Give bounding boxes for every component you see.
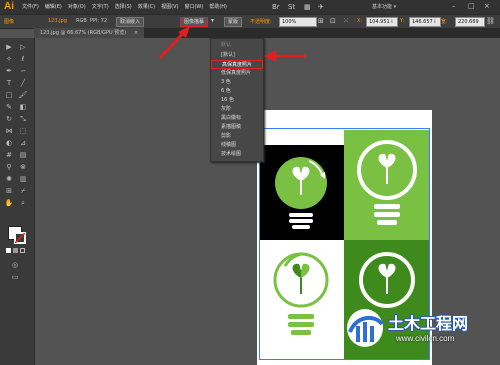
workspace-switcher[interactable]: 基本功能 ▾	[372, 3, 396, 10]
perspective-tool[interactable]: ⊿	[18, 138, 28, 148]
watermark: 土木工程网 www.civilcn.com	[340, 306, 500, 362]
width-field[interactable]: 220.669	[455, 17, 485, 27]
none-slash-icon	[15, 233, 25, 243]
blend-tool[interactable]: ⊗	[18, 162, 28, 172]
rotate-tool[interactable]: ↻	[4, 114, 14, 124]
pencil-tool[interactable]: ✎	[4, 102, 14, 112]
color-mode: RGB	[76, 18, 87, 24]
artboard-tool[interactable]: ⊞	[4, 186, 14, 196]
y-field[interactable]: 146.657 i	[409, 17, 441, 27]
arrange-documents-icon[interactable]: ▦	[304, 3, 311, 11]
opacity-label[interactable]: 不透明度:	[250, 18, 272, 25]
paintbrush-tool[interactable]: 🖌	[18, 90, 28, 100]
menu-bar: Ai 文件(F) 编辑(E) 对象(O) 文字(T) 选择(S) 效果(C) 视…	[0, 0, 500, 14]
type-tool[interactable]: T	[4, 78, 14, 88]
shape-builder-tool[interactable]: ◐	[4, 138, 14, 148]
gradient-tool[interactable]: ▤	[18, 150, 28, 160]
x-field[interactable]: 104.951 i	[366, 17, 398, 27]
reference-point-icon[interactable]: ⁙	[343, 17, 349, 25]
preset-default[interactable]: [默认]	[211, 51, 263, 60]
hand-tool[interactable]: ✋	[4, 198, 14, 208]
image-label: 图像	[4, 19, 15, 25]
scale-tool[interactable]: ⤡	[18, 114, 28, 124]
menu-select[interactable]: 选择(S)	[115, 3, 132, 10]
rectangle-tool[interactable]: □	[4, 90, 14, 100]
preset-16-colors[interactable]: 16 色	[211, 96, 263, 105]
gradient-mode-button[interactable]	[13, 248, 18, 253]
red-arrow-to-trace-button	[158, 26, 190, 60]
stroke-swatch[interactable]	[14, 232, 26, 244]
trace-preset-dropdown-arrow[interactable]: ▾	[211, 17, 214, 24]
menu-file[interactable]: 文件(F)	[22, 3, 39, 10]
minimize-icon[interactable]: –	[452, 2, 456, 10]
ppi-readout: PPI: 72	[90, 18, 108, 24]
preset-low-fidelity-photo[interactable]: 低保真度照片	[211, 69, 263, 78]
lasso-tool[interactable]: ℓ	[18, 54, 28, 64]
close-icon[interactable]: ×	[484, 2, 490, 10]
stock-icon[interactable]: St	[288, 3, 295, 11]
direct-selection-tool[interactable]: ▷	[18, 42, 28, 52]
menu-type[interactable]: 文字(T)	[92, 3, 109, 10]
app-logo: Ai	[4, 1, 14, 12]
red-arrow-to-high-fidelity-photo	[264, 50, 306, 62]
width-label: 宽:	[441, 19, 448, 25]
watermark-url: www.civilcn.com	[396, 334, 455, 343]
preset-3-colors[interactable]: 3 色	[211, 78, 263, 87]
preset-sketched-art[interactable]: 素描图稿	[211, 123, 263, 132]
preset-line-art[interactable]: 线稿图	[211, 141, 263, 150]
watermark-title: 土木工程网	[388, 314, 469, 333]
color-mode-button[interactable]	[6, 248, 11, 253]
none-mode-button[interactable]	[20, 248, 25, 253]
free-transform-tool[interactable]: ⬚	[18, 126, 28, 136]
bridge-icon[interactable]: Br	[272, 3, 280, 11]
link-proportions-icon[interactable]: ⛓	[486, 17, 495, 25]
preset-6-colors[interactable]: 6 色	[211, 87, 263, 96]
menu-list: 文件(F) 编辑(E) 对象(O) 文字(T) 选择(S) 效果(C) 视图(V…	[22, 3, 227, 10]
column-graph-tool[interactable]: ▥	[18, 174, 28, 184]
menu-edit[interactable]: 编辑(E)	[45, 3, 62, 10]
eyedropper-tool[interactable]: ⚲	[4, 162, 14, 172]
mask-button[interactable]: 蒙版	[224, 17, 243, 27]
preset-shades-of-gray[interactable]: 灰阶	[211, 105, 263, 114]
gpu-performance-icon[interactable]: ✈	[318, 3, 324, 11]
transform-icon[interactable]: ⊡	[330, 17, 336, 25]
align-icon[interactable]: ⊞	[318, 17, 324, 25]
x-label: X:	[357, 18, 363, 24]
mesh-tool[interactable]: #	[4, 150, 14, 160]
draw-mode-icon[interactable]: ◎	[10, 260, 20, 270]
screen-mode-icon[interactable]: ▭	[10, 272, 20, 282]
preset-technical-drawing[interactable]: 技术绘图	[211, 150, 263, 159]
zoom-tool[interactable]: ⌕	[18, 198, 28, 208]
y-label: Y:	[400, 18, 405, 24]
pen-tool[interactable]: ✒	[4, 66, 14, 76]
maximize-icon[interactable]: □	[468, 2, 475, 10]
slice-tool[interactable]: ⌿	[18, 186, 28, 196]
menu-header: 默认	[221, 42, 232, 48]
opacity-field[interactable]: 100%	[279, 17, 317, 27]
document-tab[interactable]: 123.jpg @ 66.67% (RGB/GPU 预览) ×	[34, 28, 145, 38]
menu-help[interactable]: 帮助(H)	[209, 3, 227, 10]
width-tool[interactable]: ⋈	[4, 126, 14, 136]
cancel-embed-button[interactable]: 取消嵌入	[116, 17, 145, 27]
menu-effect[interactable]: 效果(C)	[138, 3, 155, 10]
linked-file-link[interactable]: 123.jpg	[48, 18, 67, 24]
menu-object[interactable]: 对象(O)	[68, 3, 86, 10]
tools-panel: ▶ ▷ ✧ ℓ ✒ ∽ T ╱ □ 🖌 ✎ ◧ ↻ ⤡ ⋈ ⬚ ◐ ⊿ # ▤ …	[0, 38, 35, 365]
document-tab-title: 123.jpg @ 66.67% (RGB/GPU 预览)	[40, 30, 127, 36]
selection-tool[interactable]: ▶	[4, 42, 14, 52]
preset-high-fidelity-photo[interactable]: 高保真度照片	[211, 60, 263, 69]
preset-black-white-logo[interactable]: 黑白徽标	[211, 114, 263, 123]
control-bar: 图像 123.jpg RGB PPI: 72 取消嵌入 图像描摹 ▾ 蒙版 不透…	[0, 14, 500, 29]
symbol-sprayer-tool[interactable]: ✺	[4, 174, 14, 184]
menu-window[interactable]: 窗口(W)	[184, 3, 203, 10]
preset-silhouettes[interactable]: 剪影	[211, 132, 263, 141]
magic-wand-tool[interactable]: ✧	[4, 54, 14, 64]
close-tab-icon[interactable]: ×	[134, 30, 138, 36]
trace-preset-menu: 默认 [默认] 高保真度照片 低保真度照片 3 色 6 色 16 色 灰阶 黑白…	[210, 38, 264, 162]
civilcn-logo-icon	[347, 309, 384, 347]
menu-view[interactable]: 视图(V)	[161, 3, 178, 10]
curvature-tool[interactable]: ∽	[18, 66, 28, 76]
eraser-tool[interactable]: ◧	[18, 102, 28, 112]
line-tool[interactable]: ╱	[18, 78, 28, 88]
